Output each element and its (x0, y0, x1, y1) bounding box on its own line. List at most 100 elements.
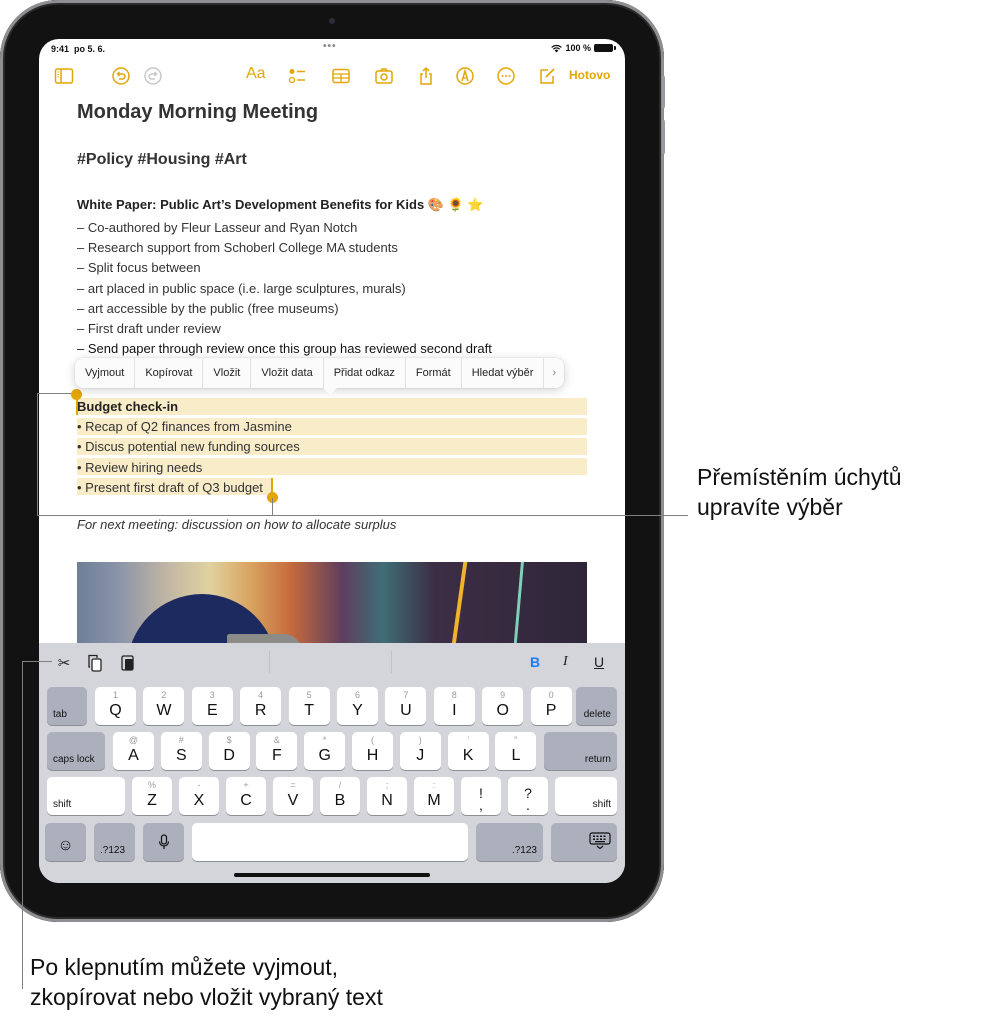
key-o[interactable]: 9O (482, 687, 524, 725)
key-k[interactable]: ’ K (447, 732, 489, 770)
menu-more-chevron-icon[interactable]: › (544, 358, 564, 388)
key-u[interactable]: 7U (385, 687, 427, 725)
key-alt-label: 9 (500, 690, 506, 700)
keyboard: ✂ B I U tab 1 Q 2 W 3 E 4 R 5 T 6 Y 7 U 8 I 9 O 0 P delete cap… (39, 643, 625, 883)
numbers-right-key[interactable]: .?123 (476, 823, 543, 861)
camera-icon[interactable] (373, 65, 395, 87)
key-alt-label: @ (128, 735, 139, 745)
numbers-left-key[interactable]: .?123 (94, 823, 135, 861)
key-label: Y (352, 702, 363, 719)
menu-item-paste[interactable]: Vložit (203, 358, 252, 388)
key-label: Z (147, 792, 157, 809)
key-g[interactable]: * G (304, 732, 346, 770)
callout-edit: Po klepnutím můžete vyjmout, zkopírovat … (30, 952, 383, 1012)
note-line: – art placed in public space (i.e. large… (77, 280, 406, 296)
key-alt-label: " (514, 735, 518, 745)
status-bar: 9:41 po 5. 6. ••• 100 % (39, 39, 625, 59)
key-d[interactable]: $ D (208, 732, 250, 770)
key-a[interactable]: @ A (113, 732, 154, 770)
table-icon[interactable] (330, 65, 352, 87)
shift-left-key[interactable]: shift (47, 777, 125, 815)
menu-item-cut[interactable]: Vyjmout (75, 358, 136, 388)
key-z[interactable]: % Z (132, 777, 172, 815)
key-alt-label: 1 (112, 690, 118, 700)
key-x[interactable]: -X (179, 777, 219, 815)
key-b[interactable]: / B (320, 777, 360, 815)
selected-heading: Budget check-in (77, 399, 179, 414)
compose-icon[interactable] (536, 65, 558, 87)
key-n[interactable]: ; N (367, 777, 407, 815)
note-lines: – Co-authored by Fleur Lasseur and Ryan … (77, 218, 492, 359)
menu-item-format[interactable]: Formát (406, 358, 462, 388)
key-c[interactable]: + C (226, 777, 266, 815)
selected-text[interactable]: Budget check-in • Recap of Q2 finances f… (77, 397, 300, 498)
key-l[interactable]: " L (495, 732, 537, 770)
key-y[interactable]: 6Y (337, 687, 378, 725)
key-label: I (452, 702, 457, 719)
hide-keyboard-key[interactable] (551, 823, 617, 861)
done-button[interactable]: Hotovo (569, 68, 610, 82)
key-r[interactable]: 4R (240, 687, 282, 725)
return-key[interactable]: return (544, 732, 617, 770)
toolbar-divider (269, 651, 270, 673)
key-question-period[interactable]: ? . (508, 777, 548, 815)
undo-icon[interactable] (110, 65, 132, 87)
multitasking-dots[interactable]: ••• (323, 41, 337, 52)
underline-button[interactable]: U (594, 654, 604, 670)
emoji-key[interactable]: ☺ (45, 823, 86, 861)
key-label: V (287, 792, 299, 809)
sidebar-icon[interactable] (53, 65, 75, 87)
key-e[interactable]: 3E (191, 687, 233, 725)
numbers-label: .?123 (511, 845, 537, 856)
share-icon[interactable] (415, 65, 437, 87)
key-m[interactable]: :M (414, 777, 454, 815)
shift-right-key[interactable]: shift (555, 777, 617, 815)
italic-button[interactable]: I (563, 654, 568, 670)
dictation-key[interactable] (143, 823, 184, 861)
caps-lock-key[interactable]: caps lock (47, 732, 105, 770)
key-p[interactable]: 0P (530, 687, 572, 725)
menu-item-copy[interactable]: Kopírovat (135, 358, 204, 388)
key-h[interactable]: (H (352, 732, 393, 770)
key-i[interactable]: 8I (433, 687, 475, 725)
delete-key[interactable]: delete (576, 687, 617, 725)
key-s[interactable]: # S (160, 732, 202, 770)
home-indicator[interactable] (234, 873, 430, 877)
date: po 5. 6. (74, 44, 106, 54)
key-alt-label: / (338, 780, 342, 790)
copy-icon[interactable] (84, 653, 106, 673)
key-q[interactable]: 1Q (95, 687, 136, 725)
key-exclaim-comma[interactable]: ! , (461, 777, 501, 815)
key-alt-label: ) (418, 735, 422, 745)
return-label: return (584, 754, 611, 765)
cut-icon[interactable]: ✂ (53, 653, 75, 673)
note-image[interactable] (77, 562, 587, 652)
key-t[interactable]: 5T (288, 687, 330, 725)
format-button[interactable]: Aa (246, 65, 266, 83)
numbers-label: .?123 (100, 845, 126, 856)
selection-start-caret (76, 395, 78, 415)
key-w[interactable]: 2W (143, 687, 185, 725)
paste-icon[interactable] (117, 653, 139, 673)
image-mural-stripe (513, 562, 524, 652)
checklist-icon[interactable] (286, 65, 308, 87)
key-alt-label: + (243, 780, 249, 790)
delete-label: delete (583, 709, 611, 720)
key-v[interactable]: = V (273, 777, 313, 815)
redo-icon[interactable] (142, 65, 164, 87)
key-f[interactable]: & F (256, 732, 298, 770)
space-bar[interactable] (192, 823, 468, 861)
key-alt-label: % (147, 780, 156, 790)
callout-line (37, 393, 38, 516)
bold-button[interactable]: B (530, 654, 540, 670)
key-j[interactable]: ) J (399, 732, 441, 770)
key-label: A (128, 747, 139, 764)
caps-lock-label: caps lock (53, 754, 95, 765)
tab-key[interactable]: tab (47, 687, 87, 725)
menu-item-add-link[interactable]: Přidat odkaz (324, 358, 406, 388)
menu-item-find-selection[interactable]: Hledat výběr (462, 358, 545, 388)
menu-item-paste-data[interactable]: Vložit data (251, 358, 324, 388)
markup-icon[interactable] (454, 65, 476, 87)
more-icon[interactable] (495, 65, 517, 87)
callout-edit-line2: zkopírovat nebo vložit vybraný text (30, 984, 383, 1010)
